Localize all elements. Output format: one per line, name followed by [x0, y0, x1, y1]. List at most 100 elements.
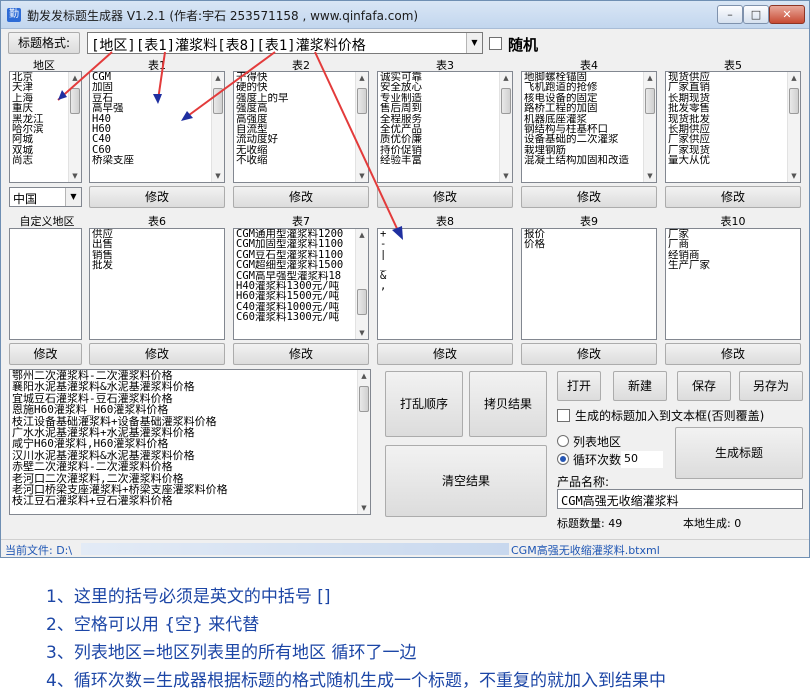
region-list[interactable]: 北京 天津 上海 重庆 黑龙江 哈尔滨 阿城 双城 尚志 ▲ ▼	[9, 71, 82, 183]
list-item[interactable]: 生产厂家	[668, 260, 786, 270]
table2-scrollbar[interactable]: ▲ ▼	[355, 72, 368, 182]
table2-list[interactable]: 干得快 硬的快 强度上的早 强度高 高强度 自流型 流动度好 无收缩 不收缩 ▲ ▼	[233, 71, 369, 183]
list-item[interactable]: 经销商	[668, 250, 786, 260]
list-item[interactable]: 现货供应	[668, 72, 786, 82]
list-item[interactable]: CGM豆石型灌浆料1100	[236, 250, 354, 260]
list-item[interactable]: 上海	[12, 93, 67, 103]
list-item[interactable]: 不收缩	[236, 155, 354, 165]
region-scrollbar[interactable]: ▲ ▼	[68, 72, 81, 182]
list-item[interactable]: 赤壁二次灌浆料-二次灌浆料价格	[12, 461, 356, 472]
table6-list[interactable]: 供应 出售 销售 批发	[89, 228, 225, 340]
list-item[interactable]: 襄阳水泥基灌浆料&水泥基灌浆料价格	[12, 381, 356, 392]
list-item[interactable]: 哈尔滨	[12, 124, 67, 134]
product-name-input[interactable]: CGM高强无收缩灌浆料	[557, 489, 803, 509]
list-item[interactable]: CGM	[92, 72, 210, 82]
open-button[interactable]: 打开	[557, 371, 601, 401]
table4-scrollbar[interactable]: ▲ ▼	[643, 72, 656, 182]
save-as-button[interactable]: 另存为	[739, 371, 803, 401]
list-item[interactable]: 厂家	[668, 229, 786, 239]
custom-region-list[interactable]	[9, 228, 82, 340]
generate-button[interactable]: 生成标题	[675, 427, 803, 479]
list-item[interactable]: 量大从优	[668, 155, 786, 165]
list-item[interactable]: 设备基础的二次灌浆	[524, 134, 642, 144]
list-item[interactable]: C60灌浆料1300元/吨	[236, 312, 354, 322]
new-button[interactable]: 新建	[613, 371, 667, 401]
list-item[interactable]: 批发零售	[668, 103, 786, 113]
loop-count-input[interactable]: 50	[621, 451, 663, 468]
edit-table1-button[interactable]: 修改	[89, 186, 225, 208]
list-item[interactable]: 价格	[524, 239, 642, 249]
edit-table6-button[interactable]: 修改	[89, 343, 225, 365]
list-item[interactable]: 广水水泥基灌浆料+水泥基灌浆料价格	[12, 427, 356, 438]
list-item[interactable]: 核电设备的固定	[524, 93, 642, 103]
list-item[interactable]: 重庆	[12, 103, 67, 113]
list-item[interactable]: 钢结构与柱基杯口	[524, 124, 642, 134]
list-item[interactable]: 地脚螺栓锚固	[524, 72, 642, 82]
list-item[interactable]: 厂家直销	[668, 82, 786, 92]
list-item[interactable]: 双城	[12, 145, 67, 155]
table8-list[interactable]: + - | _ &,	[377, 228, 513, 340]
list-item[interactable]: 强度上的早	[236, 93, 354, 103]
list-item[interactable]: 干得快	[236, 72, 354, 82]
edit-table5-button[interactable]: 修改	[665, 186, 801, 208]
table5-list[interactable]: 现货供应 厂家直销 长期现货 批发零售 现货批发 长期供应 厂家供应 厂家现货 量大从优 ▲ ▼	[665, 71, 801, 183]
list-item[interactable]: CGM通用型灌浆料1200	[236, 229, 354, 239]
list-item[interactable]: H60	[92, 124, 210, 134]
append-checkbox[interactable]	[557, 409, 570, 422]
list-item[interactable]: 路桥工程的加固	[524, 103, 642, 113]
maximize-button[interactable]: □	[743, 5, 769, 24]
list-item[interactable]: 鄂州二次灌浆料-二次灌浆料价格	[12, 370, 356, 381]
edit-table9-button[interactable]: 修改	[521, 343, 657, 365]
list-item[interactable]: 栽埋钢筋	[524, 145, 642, 155]
list-item[interactable]: 高强度	[236, 114, 354, 124]
list-item[interactable]: 批发	[92, 260, 210, 270]
list-item[interactable]: CGM超细型灌浆料1500	[236, 260, 354, 270]
minimize-button[interactable]: –	[717, 5, 743, 24]
list-item[interactable]: 售后周到	[380, 103, 498, 113]
list-item[interactable]: 质优价廉	[380, 134, 498, 144]
edit-custom-region-button[interactable]: 修改	[9, 343, 82, 365]
edit-table4-button[interactable]: 修改	[521, 186, 657, 208]
list-item[interactable]: 强度高	[236, 103, 354, 113]
list-item[interactable]: 供应	[92, 229, 210, 239]
list-item[interactable]: 恩施H60灌浆料_H60灌浆料价格	[12, 404, 356, 415]
format-label-button[interactable]: 标题格式:	[8, 32, 80, 54]
chevron-down-icon[interactable]: ▼	[466, 33, 482, 53]
list-item[interactable]: 飞机跑道的抢修	[524, 82, 642, 92]
list-item[interactable]: 老河口二次灌浆料,二次灌浆料价格	[12, 473, 356, 484]
list-item[interactable]: 机器底座灌浆	[524, 114, 642, 124]
table10-list[interactable]: 厂家 厂商 经销商 生产厂家	[665, 228, 801, 340]
list-item[interactable]: 自流型	[236, 124, 354, 134]
edit-table3-button[interactable]: 修改	[377, 186, 513, 208]
list-item[interactable]: H40	[92, 114, 210, 124]
save-button[interactable]: 保存	[677, 371, 731, 401]
edit-table10-button[interactable]: 修改	[665, 343, 801, 365]
table1-list[interactable]: CGM 加固 豆石 高早强 H40 H60 C40 C60 桥梁支座 ▲ ▼	[89, 71, 225, 183]
list-item[interactable]: 全优产品	[380, 124, 498, 134]
results-textbox[interactable]: 鄂州二次灌浆料-二次灌浆料价格 襄阳水泥基灌浆料&水泥基灌浆料价格 宜城豆石灌浆料-…	[9, 369, 371, 515]
list-item[interactable]: H60灌浆料1500元/吨	[236, 291, 354, 301]
table3-scrollbar[interactable]: ▲ ▼	[499, 72, 512, 182]
results-scrollbar[interactable]: ▲ ▼	[357, 370, 370, 514]
chevron-down-icon[interactable]: ▼	[65, 188, 81, 206]
edit-table2-button[interactable]: 修改	[233, 186, 369, 208]
list-item[interactable]: 经验丰富	[380, 155, 498, 165]
list-item[interactable]: 宜城豆石灌浆料-豆石灌浆料价格	[12, 393, 356, 404]
table1-scrollbar[interactable]: ▲ ▼	[211, 72, 224, 182]
list-item[interactable]: 现货批发	[668, 114, 786, 124]
list-item[interactable]: 高早强	[92, 103, 210, 113]
list-item[interactable]: 长期供应	[668, 124, 786, 134]
list-item[interactable]: 枝江豆石灌浆料+豆石灌浆料价格	[12, 495, 356, 506]
shuffle-button[interactable]: 打乱顺序	[385, 371, 463, 437]
copy-results-button[interactable]: 拷贝结果	[469, 371, 547, 437]
list-item[interactable]: 桥梁支座	[92, 155, 210, 165]
list-item[interactable]: 豆石	[92, 93, 210, 103]
list-item[interactable]: 厂家现货	[668, 145, 786, 155]
list-region-radio[interactable]	[557, 435, 569, 447]
country-combo[interactable]: 中国 ▼	[9, 187, 82, 207]
random-checkbox[interactable]	[489, 37, 502, 50]
clear-results-button[interactable]: 清空结果	[385, 445, 547, 517]
list-item[interactable]: 混凝土结构加固和改造	[524, 155, 642, 165]
loop-count-radio[interactable]	[557, 453, 569, 465]
list-item[interactable]: 无收缩	[236, 145, 354, 155]
